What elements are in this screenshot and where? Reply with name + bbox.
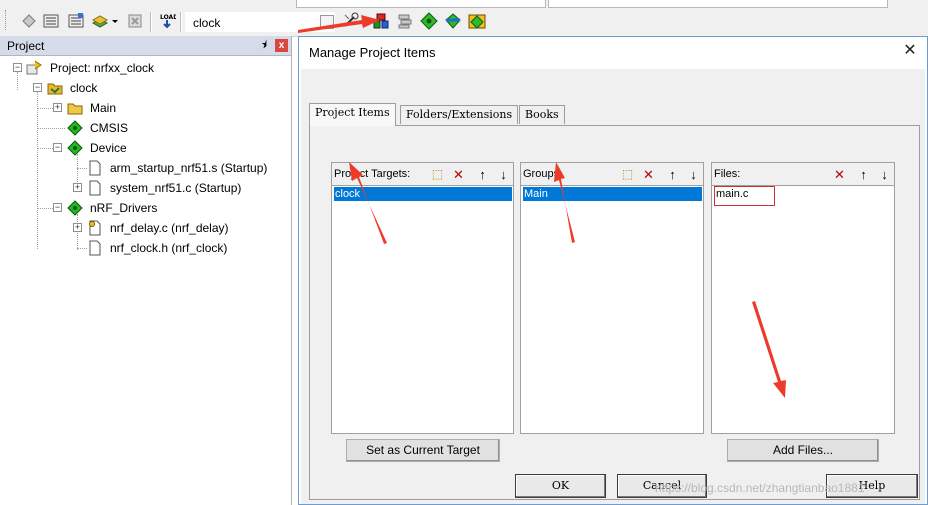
list-item[interactable]: main.c	[714, 186, 775, 206]
tree-item-label: nrf_delay.c (nrf_delay)	[110, 221, 229, 235]
software-packs-icon[interactable]	[468, 12, 486, 30]
file-icon	[89, 160, 101, 176]
project-targets-list[interactable]: Project Targets: ⬚ ✕ ↑ ↓ clock	[331, 162, 514, 434]
target-options-icon[interactable]	[342, 12, 360, 30]
tree-item-label: clock	[70, 81, 98, 95]
tree-item-file[interactable]: + nrf_delay.c (nrf_delay)	[0, 219, 290, 237]
stop-build-icon[interactable]	[126, 12, 144, 30]
dialog-body: Project Items Folders/Extensions Books P…	[301, 69, 925, 504]
list-item[interactable]: clock	[334, 187, 512, 201]
dialog-title: Manage Project Items	[309, 45, 436, 60]
move-down-icon[interactable]: ↓	[495, 166, 512, 183]
tree-item-project-root[interactable]: − Project: nrfxx_clock	[0, 59, 290, 77]
tree-item-group[interactable]: − nRF_Drivers	[0, 199, 290, 217]
select-packs-icon[interactable]	[396, 12, 414, 30]
component-diamond-icon	[67, 140, 83, 156]
target-folder-icon	[47, 83, 63, 95]
delete-icon[interactable]: ✕	[450, 166, 467, 183]
batch-dropdown-icon[interactable]	[110, 12, 120, 30]
list-item[interactable]: Main	[523, 187, 702, 201]
pin-icon[interactable]: ⯨	[258, 38, 270, 52]
move-up-icon[interactable]: ↑	[474, 166, 491, 183]
groups-caption: Groups:	[523, 168, 563, 180]
collapse-icon[interactable]: −	[13, 63, 22, 72]
tree-item-label: Project: nrfxx_clock	[50, 61, 155, 75]
rebuild-icon[interactable]	[67, 12, 85, 30]
file-icon	[89, 240, 101, 256]
files-list[interactable]: Files: ✕ ↑ ↓ main.c	[711, 162, 895, 434]
tab-folders-extensions[interactable]: Folders/Extensions	[400, 105, 519, 124]
move-down-icon[interactable]: ↓	[685, 166, 702, 183]
project-targets-header: Project Targets: ⬚ ✕ ↑ ↓	[332, 163, 513, 186]
tree-item-label: system_nrf51.c (Startup)	[110, 181, 242, 195]
file-key-icon	[89, 220, 101, 236]
tree-item-group[interactable]: − Device	[0, 139, 290, 157]
add-files-button[interactable]: Add Files...	[727, 439, 879, 462]
expand-icon[interactable]: +	[73, 183, 82, 192]
set-current-target-button[interactable]: Set as Current Target	[346, 439, 500, 462]
watermark: https://blog.csdn.net/zhangtianbao1881	[655, 481, 865, 495]
select-target-combo[interactable]: clock	[185, 12, 335, 32]
file-icon	[89, 180, 101, 196]
tree-item-label: arm_startup_nrf51.s (Startup)	[110, 161, 268, 175]
new-item-icon[interactable]: ⬚	[619, 166, 636, 183]
move-up-icon[interactable]: ↑	[664, 166, 681, 183]
tab-books[interactable]: Books	[519, 105, 565, 124]
project-panel-header: Project ⯨ x	[0, 36, 291, 56]
manage-project-items-icon[interactable]	[372, 12, 390, 30]
expand-icon[interactable]: +	[73, 223, 82, 232]
tree-item-file[interactable]: nrf_clock.h (nrf_clock)	[0, 239, 290, 257]
folder-icon	[67, 103, 83, 115]
close-icon[interactable]: ✕	[900, 41, 920, 61]
toolbar-separator	[150, 12, 152, 32]
collapse-icon[interactable]: −	[53, 203, 62, 212]
tree-item-group[interactable]: CMSIS	[0, 119, 290, 137]
collapse-icon[interactable]: −	[53, 143, 62, 152]
tree-item-file[interactable]: arm_startup_nrf51.s (Startup)	[0, 159, 290, 177]
move-down-icon[interactable]: ↓	[876, 166, 893, 183]
project-targets-caption: Project Targets:	[334, 168, 411, 180]
pack-installer-icon[interactable]	[444, 12, 462, 30]
manage-project-items-dialog: Manage Project Items ✕ Project Items Fol…	[298, 36, 928, 505]
tree-item-label: Main	[90, 101, 117, 115]
svg-text:LOAD: LOAD	[160, 14, 176, 21]
project-icon	[26, 60, 42, 75]
main-toolbar: LOAD clock	[0, 0, 928, 37]
toolbar-top-edge	[548, 0, 888, 8]
tree-item-label: CMSIS	[90, 121, 129, 135]
files-caption: Files:	[714, 168, 741, 180]
tree-item-group[interactable]: + Main	[0, 99, 290, 117]
collapse-icon[interactable]: −	[33, 83, 42, 92]
build-icon[interactable]	[42, 12, 60, 30]
toolbar-grip[interactable]	[5, 10, 8, 30]
toolbar-top-edge	[296, 0, 546, 8]
delete-icon[interactable]: ✕	[640, 166, 657, 183]
batch-build-icon[interactable]	[91, 12, 109, 30]
delete-icon[interactable]: ✕	[831, 166, 848, 183]
manage-rte-icon[interactable]	[420, 12, 438, 30]
expand-icon[interactable]: +	[53, 103, 62, 112]
project-panel-title: Project	[7, 39, 45, 53]
download-load-icon[interactable]: LOAD	[158, 12, 176, 30]
chevron-down-icon[interactable]	[320, 15, 334, 29]
move-up-icon[interactable]: ↑	[855, 166, 872, 183]
tree-item-label: nrf_clock.h (nrf_clock)	[110, 241, 228, 255]
project-panel: Project ⯨ x − Project: nrfxx_clock − clo…	[0, 36, 292, 505]
toolbar-separator	[180, 12, 182, 32]
tree-item-label: nRF_Drivers	[90, 201, 158, 215]
new-item-icon[interactable]: ⬚	[429, 166, 446, 183]
component-diamond-icon	[67, 200, 83, 216]
tree-item-file[interactable]: + system_nrf51.c (Startup)	[0, 179, 290, 197]
tree-item-label: Device	[90, 141, 127, 155]
ok-button[interactable]: OK	[515, 474, 606, 498]
tree-item-target[interactable]: − clock	[0, 79, 290, 97]
files-header: Files: ✕ ↑ ↓	[712, 163, 894, 186]
select-target-value: clock	[193, 16, 221, 30]
tab-project-items[interactable]: Project Items	[309, 103, 396, 126]
close-icon[interactable]: x	[275, 39, 288, 52]
translate-icon[interactable]	[20, 12, 38, 30]
groups-list[interactable]: Groups: ⬚ ✕ ↑ ↓ Main	[520, 162, 704, 434]
groups-header: Groups: ⬚ ✕ ↑ ↓	[521, 163, 703, 186]
component-diamond-icon	[67, 120, 83, 136]
